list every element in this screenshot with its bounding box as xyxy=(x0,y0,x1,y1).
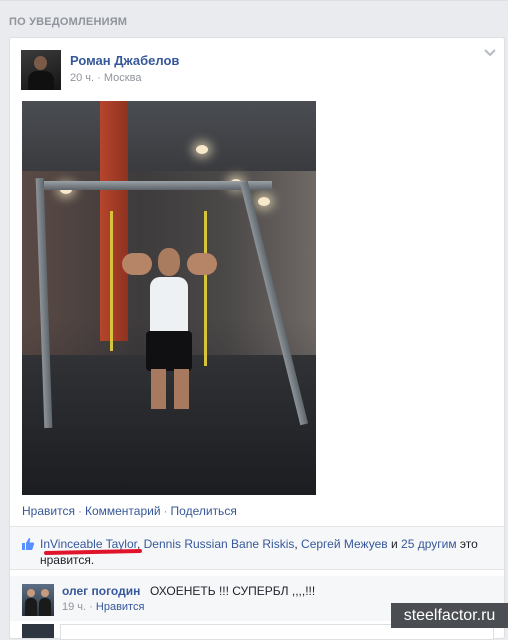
action-separator: · xyxy=(77,504,82,518)
composer-avatar xyxy=(22,624,54,638)
post-location[interactable]: Москва xyxy=(104,72,142,84)
meta-separator: · xyxy=(97,72,101,84)
liker-name[interactable]: Dennis Russian Bane Riskis xyxy=(144,537,295,551)
comment-text: ОХОЕНЕТЬ !!! СУПЕРБЛ ,,,,!!! xyxy=(150,584,316,598)
comment-meta: 19 ч. · Нравится xyxy=(62,601,145,613)
like-link[interactable]: Нравится xyxy=(22,504,75,518)
likes-summary: InVinceable Taylor, Dennis Russian Bane … xyxy=(10,526,504,570)
comment-link[interactable]: Комментарий xyxy=(85,504,161,518)
commenter-avatar[interactable] xyxy=(22,584,54,616)
post-author-name[interactable]: Роман Джабелов xyxy=(70,53,179,68)
section-header: ПО УВЕДОМЛЕНИЯМ xyxy=(9,16,128,28)
post-card: Роман Джабелов 20 ч. · Москва Нравится · К… xyxy=(9,37,505,640)
author-avatar[interactable] xyxy=(21,50,61,90)
post-meta: 20 ч. · Москва xyxy=(70,72,141,84)
thumbs-up-icon xyxy=(21,537,35,551)
post-actions: Нравится · Комментарий · Поделиться xyxy=(22,504,237,518)
share-link[interactable]: Поделиться xyxy=(171,504,237,518)
top-divider xyxy=(0,0,508,1)
liker-name[interactable]: Сергей Межуев xyxy=(301,537,388,551)
post-timestamp[interactable]: 20 ч. xyxy=(70,72,94,84)
post-photo[interactable] xyxy=(22,101,316,495)
commenter-name[interactable]: олег погодин xyxy=(62,584,140,598)
comment-timestamp[interactable]: 19 ч. xyxy=(62,601,86,613)
comment-like-link[interactable]: Нравится xyxy=(96,601,145,613)
chevron-down-icon[interactable] xyxy=(484,46,496,60)
site-watermark: steelfactor.ru xyxy=(391,603,508,628)
likers-others-link[interactable]: 25 другим xyxy=(401,537,457,551)
action-separator: · xyxy=(163,504,168,518)
